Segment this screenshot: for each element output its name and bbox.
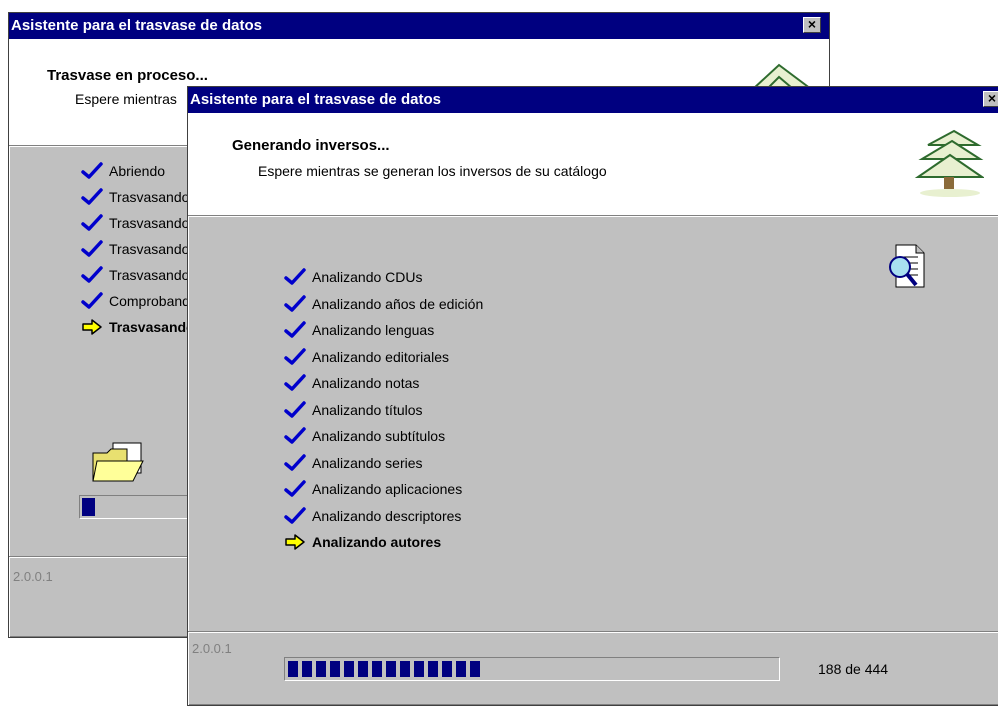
front-step-item: Analizando series (284, 451, 423, 475)
back-header-subtitle: Espere mientras (75, 91, 177, 107)
document-search-icon (889, 244, 925, 288)
front-step-label: Analizando editoriales (312, 348, 449, 365)
back-step-label: Trasvasando (109, 319, 195, 335)
front-window-title: Asistente para el trasvase de datos (190, 91, 441, 108)
back-step-label: Trasvasando (109, 267, 190, 283)
back-step-item: Trasvasando (81, 211, 189, 235)
arrow-right-icon (284, 533, 306, 551)
progress-block (330, 661, 340, 677)
front-footer-divider (188, 631, 998, 633)
progress-block (288, 661, 298, 677)
front-progress-bar (284, 657, 780, 681)
progress-counter: 188 de 444 (818, 661, 889, 677)
check-icon (81, 162, 103, 180)
check-icon (284, 374, 306, 392)
front-step-item: Analizando descriptores (284, 504, 461, 528)
back-close-button[interactable]: × (803, 17, 821, 33)
progress-block (316, 661, 326, 677)
back-step-label: Comprobando (109, 293, 198, 309)
front-header: Generando inversos... Espere mientras se… (188, 113, 998, 216)
front-step-item: Analizando lenguas (284, 318, 434, 342)
open-folder-icon (92, 442, 144, 482)
front-version-label: 2.0.0.1 (192, 641, 232, 656)
back-step-item: Trasvasando (81, 315, 195, 339)
front-step-item: Analizando aplicaciones (284, 477, 462, 501)
check-icon (284, 294, 306, 313)
front-step-item: Analizando autores (284, 530, 441, 554)
progress-block (386, 661, 396, 677)
check-icon (284, 427, 306, 445)
front-wizard-window: Asistente para el trasvase de datos × Ge… (187, 86, 998, 706)
front-step-label: Analizando descriptores (312, 507, 462, 524)
check-icon (284, 268, 306, 286)
progress-block (358, 661, 368, 677)
progress-block (470, 661, 480, 677)
front-title-bar: Asistente para el trasvase de datos × (188, 87, 998, 113)
front-step-item: Analizando subtítulos (284, 424, 445, 448)
back-window-title: Asistente para el trasvase de datos (11, 17, 262, 34)
front-header-title: Generando inversos... (232, 137, 390, 154)
back-step-item: Comprobando (81, 289, 198, 313)
check-icon (81, 292, 103, 310)
front-step-label: Analizando notas (312, 375, 420, 391)
front-step-label: Analizando autores (312, 534, 442, 550)
front-step-label: Analizando series (312, 454, 423, 471)
front-step-label: Analizando lenguas (312, 322, 435, 338)
front-step-label: Analizando títulos (312, 401, 423, 418)
check-icon (81, 240, 103, 258)
front-step-label: Analizando aplicaciones (312, 481, 463, 497)
back-step-label: Trasvasando (109, 189, 190, 205)
front-step-item: Analizando CDUs (284, 265, 423, 289)
check-icon (284, 506, 306, 525)
check-icon (284, 453, 306, 472)
progress-block (442, 661, 452, 677)
tree-icon (914, 129, 984, 197)
close-icon: × (987, 90, 997, 106)
progress-block (344, 661, 354, 677)
back-step-label: Abriendo (109, 163, 166, 179)
front-close-button[interactable]: × (983, 91, 998, 107)
progress-block (428, 661, 438, 677)
progress-block (302, 661, 312, 677)
front-step-item: Analizando editoriales (284, 345, 449, 369)
check-icon (284, 347, 306, 366)
front-step-item: Analizando años de edición (284, 292, 483, 316)
back-step-label: Trasvasando (109, 215, 190, 231)
check-icon (284, 480, 306, 498)
back-version-label: 2.0.0.1 (13, 569, 53, 584)
progress-block (414, 661, 424, 677)
progress-block (372, 661, 382, 677)
close-icon: × (807, 16, 817, 32)
check-icon (81, 214, 103, 232)
front-step-item: Analizando notas (284, 371, 419, 395)
front-header-subtitle: Espere mientras se generan los inversos … (258, 163, 607, 179)
back-step-item: Trasvasando (81, 263, 189, 287)
back-step-item: Trasvasando (81, 185, 189, 209)
back-progress-fill (82, 498, 95, 516)
arrow-right-icon (81, 318, 103, 336)
front-step-label: Analizando años de edición (312, 295, 484, 312)
check-icon (81, 266, 103, 284)
progress-block (400, 661, 410, 677)
check-icon (284, 321, 306, 339)
check-icon (81, 188, 103, 206)
progress-block (456, 661, 466, 677)
check-icon (284, 400, 306, 419)
front-step-item: Analizando títulos (284, 398, 423, 422)
back-step-item: Trasvasando (81, 237, 189, 261)
back-step-label: Trasvasando (109, 241, 190, 257)
back-step-item: Abriendo (81, 159, 165, 183)
front-step-label: Analizando subtítulos (312, 428, 446, 444)
front-step-label: Analizando CDUs (312, 269, 423, 285)
back-header-title: Trasvase en proceso... (47, 67, 208, 84)
back-title-bar: Asistente para el trasvase de datos × (9, 13, 829, 39)
